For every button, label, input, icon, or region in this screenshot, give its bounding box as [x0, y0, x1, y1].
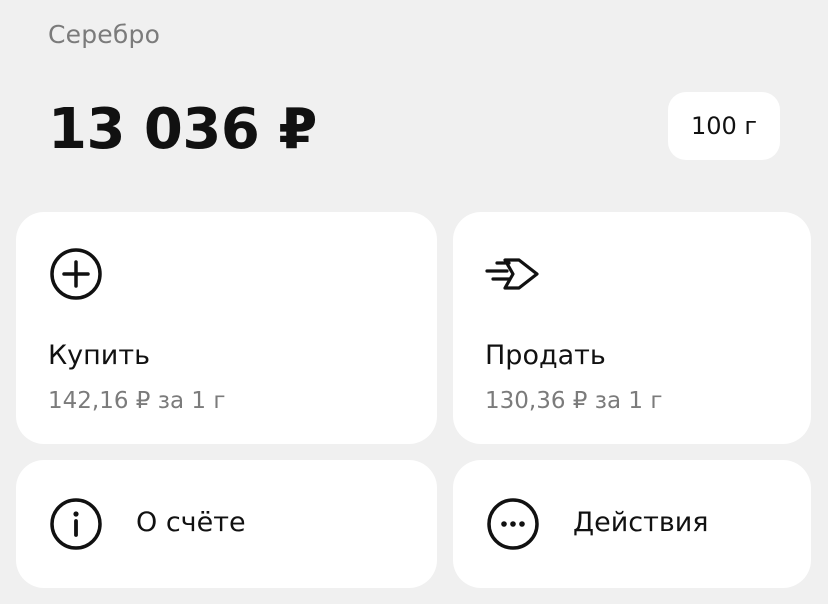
buy-title: Купить — [48, 340, 150, 371]
plus-circle-icon — [50, 248, 102, 300]
more-dots-icon — [487, 498, 539, 550]
info-circle-icon — [50, 498, 102, 550]
weight-chip[interactable]: 100 г — [668, 92, 780, 160]
account-balance: 13 036 ₽ — [48, 97, 317, 162]
metal-name: Серебро — [48, 20, 161, 49]
fast-arrow-right-icon — [485, 258, 539, 290]
buy-price: 142,16 ₽ за 1 г — [48, 388, 226, 414]
about-account-label: О счёте — [136, 507, 246, 538]
buy-button[interactable]: Купить 142,16 ₽ за 1 г — [16, 212, 437, 444]
actions-button[interactable]: Действия — [453, 460, 811, 588]
actions-label: Действия — [573, 507, 709, 538]
sell-title: Продать — [485, 340, 606, 371]
about-account-button[interactable]: О счёте — [16, 460, 437, 588]
sell-button[interactable]: Продать 130,36 ₽ за 1 г — [453, 212, 811, 444]
sell-price: 130,36 ₽ за 1 г — [485, 388, 663, 414]
